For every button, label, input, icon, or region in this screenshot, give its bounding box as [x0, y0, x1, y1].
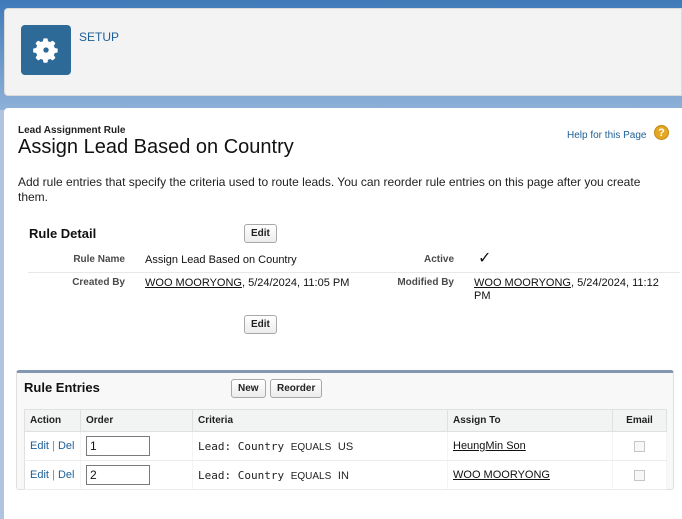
table-header-row: Action Order Criteria Assign To Email: [24, 409, 667, 432]
page-title: Assign Lead Based on Country: [18, 136, 294, 158]
created-by-date: , 5/24/2024, 11:05 PM: [241, 277, 350, 289]
created-by-label: Created By: [72, 277, 125, 288]
created-by-user-link[interactable]: WOO MOORYONG: [145, 277, 242, 289]
assign-to-cell: WOO MOORYONG: [447, 460, 613, 490]
email-checkbox[interactable]: [634, 469, 645, 481]
new-entry-button[interactable]: New: [231, 379, 266, 398]
criteria-operator: EQUALS: [290, 470, 332, 482]
main-content: Lead Assignment Rule Assign Lead Based o…: [4, 108, 682, 519]
modified-by-value: WOO MOORYONG, 5/24/2024, 11:12 PM: [474, 277, 674, 303]
assign-to-user-link[interactable]: WOO MOORYONG: [453, 469, 550, 481]
rule-name-value: Assign Lead Based on Country: [145, 254, 297, 266]
email-checkbox[interactable]: [634, 440, 645, 452]
criteria-value: IN: [337, 469, 349, 482]
rule-entries-title: Rule Entries: [24, 380, 100, 395]
help-icon[interactable]: ?: [654, 125, 669, 140]
edit-entry-link[interactable]: Edit: [30, 469, 49, 481]
email-cell: [612, 460, 667, 490]
gear-icon: [33, 38, 58, 63]
page-eyebrow: Lead Assignment Rule: [18, 125, 126, 136]
created-by-value: WOO MOORYONG, 5/24/2024, 11:05 PM: [145, 277, 350, 290]
criteria-field: Lead: Country: [198, 439, 285, 453]
order-cell: [80, 460, 193, 490]
column-header-criteria: Criteria: [192, 409, 448, 432]
action-separator: |: [52, 440, 55, 452]
order-input[interactable]: [86, 436, 150, 456]
action-cell: Edit | Del: [24, 460, 81, 490]
column-header-order: Order: [80, 409, 193, 432]
delete-entry-link[interactable]: Del: [58, 440, 75, 452]
criteria-field: Lead: Country: [198, 468, 285, 482]
email-cell: [612, 431, 667, 461]
active-check-icon: ✓: [478, 250, 492, 267]
action-separator: |: [52, 469, 55, 481]
order-input[interactable]: [86, 465, 150, 485]
setup-header: SETUP: [4, 8, 682, 96]
column-header-email: Email: [612, 409, 667, 432]
criteria-value: US: [337, 440, 354, 453]
rule-name-label: Rule Name: [73, 254, 125, 265]
modified-by-user-link[interactable]: WOO MOORYONG: [474, 277, 571, 289]
setup-tile[interactable]: [21, 25, 71, 75]
rule-detail-edit-bottom-button[interactable]: Edit: [244, 315, 277, 334]
assign-to-user-link[interactable]: HeungMin Son: [453, 440, 526, 452]
table-row: Edit | Del Lead: Country EQUALS US Heung…: [24, 431, 667, 461]
column-header-assign-to: Assign To: [447, 409, 613, 432]
rule-detail-edit-top-button[interactable]: Edit: [244, 224, 277, 243]
criteria-operator: EQUALS: [290, 441, 332, 453]
criteria-cell: Lead: Country EQUALS US: [192, 431, 448, 461]
rule-entries-table: Action Order Criteria Assign To Email Ed…: [24, 409, 667, 490]
order-cell: [80, 431, 193, 461]
assign-to-cell: HeungMin Son: [447, 431, 613, 461]
column-header-action: Action: [24, 409, 81, 432]
reorder-button[interactable]: Reorder: [270, 379, 323, 398]
modified-by-label: Modified By: [397, 277, 454, 288]
page-description: Add rule entries that specify the criter…: [18, 175, 641, 204]
table-row: Edit | Del Lead: Country EQUALS IN WOO M…: [24, 460, 667, 490]
edit-entry-link[interactable]: Edit: [30, 440, 49, 452]
rule-detail-title: Rule Detail: [29, 226, 97, 241]
rule-entries-section: Rule Entries New Reorder Action Order Cr…: [16, 370, 674, 490]
action-cell: Edit | Del: [24, 431, 81, 461]
active-label: Active: [423, 254, 454, 265]
setup-link[interactable]: SETUP: [79, 30, 119, 44]
criteria-cell: Lead: Country EQUALS IN: [192, 460, 448, 490]
help-link[interactable]: Help for this Page: [567, 130, 647, 141]
delete-entry-link[interactable]: Del: [58, 469, 75, 481]
detail-divider: [28, 272, 680, 273]
